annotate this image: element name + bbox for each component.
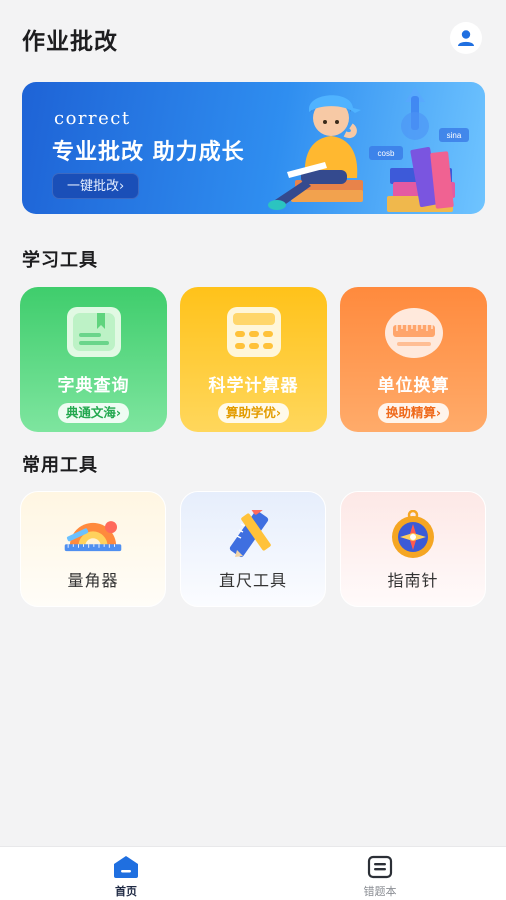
banner-word-sina: sina [447,131,462,140]
ruler-pencil-icon [229,510,271,558]
tab-wrong-book-label: 错题本 [363,885,397,898]
common-tool-name: 量角器 [67,571,119,590]
protractor-icon [64,521,122,552]
user-button[interactable] [450,22,482,54]
tool-subtitle-pill: 算助学优› [217,403,290,423]
page-title: 作业批改 [22,29,118,55]
common-tool-name: 指南针 [387,571,439,590]
tool-name: 单位换算 [377,376,450,396]
banner-slogan: 专业批改 助力成长 [52,140,245,165]
common-tools-heading: 常用工具 [22,455,98,476]
header: 作业批改 [0,14,506,60]
dictionary-icon [66,307,121,357]
tool-card-calculator[interactable]: 科学计算器 算助学优› [180,287,327,432]
user-icon [458,30,474,46]
chevron-right-icon: › [435,405,442,420]
study-tools-heading: 学习工具 [22,250,98,271]
tab-wrong-book[interactable]: 错题本 [350,855,410,899]
common-tool-name: 直尺工具 [218,571,287,590]
tool-subtitle: 典通文海 [65,405,116,420]
tool-subtitle-pill: 典通文海› [57,403,130,423]
tool-name: 科学计算器 [208,376,299,396]
compass-icon [392,510,434,558]
promo-banner[interactable]: correct 专业批改 助力成长 一键批改› sina cosb [22,82,485,214]
calculator-icon [226,307,281,357]
tab-home-label: 首页 [115,885,137,898]
student-illustration: sina cosb [268,87,469,212]
bottom-tab-bar: 首页 错题本 [0,846,506,900]
common-card-ruler[interactable]: 直尺工具 [180,491,326,607]
tool-card-dictionary[interactable]: 字典查询 典通文海› [20,287,167,432]
wrong-book-icon [367,855,393,879]
tool-name: 字典查询 [57,376,130,396]
chevron-right-icon: › [115,405,122,420]
tool-card-unit-conversion[interactable]: 单位换算 换助精算› [340,287,487,432]
chevron-right-icon: › [119,179,125,194]
status-bar [0,0,506,8]
chevron-right-icon: › [275,405,282,420]
one-click-correct-label: 一键批改 [67,179,120,194]
one-click-correct-button[interactable]: 一键批改› [52,173,140,199]
tool-subtitle: 算助学优 [225,405,276,420]
banner-word-cosb: cosb [378,149,395,158]
common-card-compass[interactable]: 指南针 [340,491,486,607]
tool-subtitle: 换助精算 [385,405,436,420]
banner-english-title: correct [54,108,131,129]
ruler-icon [384,308,443,358]
home-icon [114,856,138,878]
tool-subtitle-pill: 换助精算› [377,403,450,423]
tab-home[interactable]: 首页 [96,855,156,899]
common-card-protractor[interactable]: 量角器 [20,491,166,607]
